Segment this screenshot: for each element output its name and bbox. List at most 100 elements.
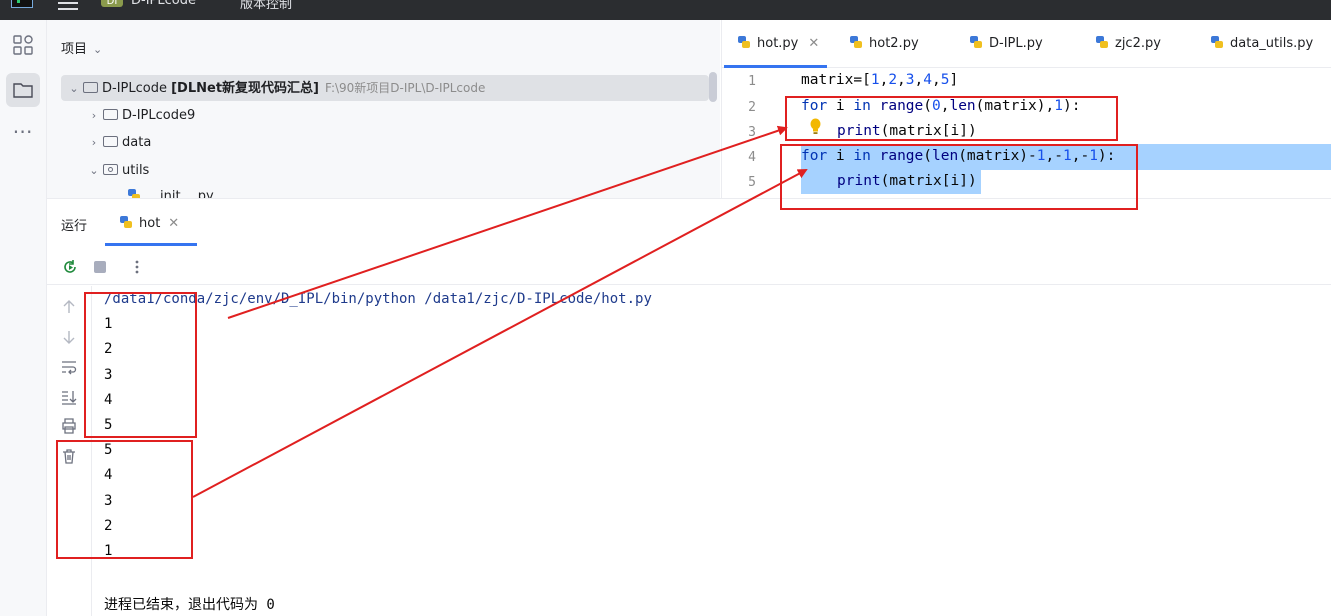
code-token: 1	[1062, 148, 1072, 164]
title-bar: DI D-IPLcode 版本控制	[0, 0, 1331, 20]
close-tab-icon[interactable]: ✕	[808, 36, 819, 51]
chevron-down-icon[interactable]: ⌄	[85, 158, 103, 184]
code-token: len	[932, 148, 959, 164]
code-token: for	[801, 98, 828, 114]
tree-item-label: D-IPLcode9	[122, 108, 196, 123]
code-token: len	[949, 98, 976, 114]
chevron-down-icon[interactable]: ⌄	[65, 76, 83, 102]
chevron-right-icon[interactable]: ›	[85, 103, 103, 129]
print-icon[interactable]	[60, 417, 78, 435]
tree-root-module: [DLNet新复现代码汇总]	[171, 81, 319, 96]
code-line[interactable]: print(matrix[i])	[837, 173, 977, 189]
code-token: for	[801, 148, 828, 164]
code-token: 1	[870, 72, 880, 88]
code-line[interactable]: print(matrix[i])	[837, 123, 977, 139]
console-output-line: 3	[104, 367, 113, 383]
close-tab-icon[interactable]: ✕	[168, 216, 179, 231]
code-token: i	[827, 148, 854, 164]
code-token: 2	[888, 72, 898, 88]
project-header-label: 项目	[61, 42, 88, 57]
rerun-icon[interactable]	[61, 258, 79, 276]
console-output-line: 2	[104, 341, 113, 357]
code-token: in	[853, 148, 871, 164]
run-panel: 运行 hot ✕ /data1/conda/zjc/env/D_IPL/bin/p…	[47, 198, 1331, 616]
tab-zjc2-py[interactable]: zjc2.py	[1095, 35, 1161, 57]
project-badge[interactable]: DI	[101, 0, 123, 7]
app-logo-icon	[11, 0, 33, 8]
code-token: 1	[1089, 148, 1098, 164]
code-token: ]	[949, 72, 959, 88]
tree-root-name: D-IPLcode	[102, 81, 167, 96]
tree-item[interactable]: › D-IPLcode9	[85, 103, 195, 129]
project-view-selector[interactable]: 项目 ⌄	[61, 38, 102, 57]
code-token: (matrix)-	[958, 148, 1037, 164]
code-token: range	[879, 148, 924, 164]
tab-d-ipl-py[interactable]: D-IPL.py	[969, 35, 1043, 57]
python-file-icon	[970, 36, 982, 48]
code-token: 0	[932, 98, 941, 114]
code-token: ,	[914, 72, 924, 88]
tab-label: hot2.py	[869, 36, 919, 51]
console-output-line: 1	[104, 316, 113, 332]
code-line[interactable]: for i in range(len(matrix)-1,-1,-1):	[801, 148, 1115, 164]
console-output-line: 3	[104, 493, 113, 509]
tab-hot2-py[interactable]: hot2.py	[849, 35, 919, 57]
soft-wrap-icon[interactable]	[60, 358, 78, 376]
run-toolbar	[47, 249, 1331, 285]
tree-item[interactable]: __init__.py	[127, 184, 214, 198]
tree-root-path: F:\90新项目D-IPL\D-IPLcode	[324, 81, 486, 95]
lightbulb-icon[interactable]	[810, 118, 821, 135]
line-number: 3	[748, 125, 756, 140]
tree-item[interactable]: › data	[85, 130, 152, 156]
console-output-line: 4	[104, 392, 113, 408]
chevron-right-icon[interactable]: ›	[85, 130, 103, 156]
line-number: 1	[748, 74, 756, 89]
vcs-menu[interactable]: 版本控制	[240, 0, 292, 12]
active-tab-indicator	[724, 65, 827, 68]
project-folder-icon[interactable]	[6, 73, 40, 107]
code-token: 1	[1054, 98, 1063, 114]
package-folder-icon	[103, 164, 118, 175]
python-file-icon	[128, 189, 140, 198]
tree-item[interactable]: ⌄ utils	[85, 158, 149, 184]
structure-icon[interactable]	[6, 28, 40, 62]
tree-root-row[interactable]: ⌄ D-IPLcode [DLNet新复现代码汇总] F:\90新项目D-IPL\D…	[61, 75, 709, 101]
line-number: 5	[748, 175, 756, 190]
run-tab-label: hot	[139, 216, 161, 231]
code-token: range	[879, 98, 924, 114]
code-token: in	[853, 98, 871, 114]
code-token: ,	[931, 72, 941, 88]
code-token: print	[837, 173, 881, 189]
tab-data-utils-py[interactable]: data_utils.py	[1210, 35, 1313, 57]
run-panel-title: 运行	[61, 219, 88, 234]
stop-icon[interactable]	[91, 258, 109, 276]
more-options-icon[interactable]	[128, 258, 146, 276]
more-tools-icon[interactable]: ⋯	[6, 118, 40, 152]
tree-scrollbar[interactable]	[709, 72, 717, 102]
scroll-to-end-icon[interactable]	[60, 388, 78, 406]
console-output-line: 2	[104, 518, 113, 534]
scroll-down-icon[interactable]	[60, 328, 78, 346]
console-output-line: 5	[104, 442, 113, 458]
code-token: (matrix[i])	[880, 173, 977, 189]
tool-window-strip: ⋯	[0, 20, 47, 616]
code-token: ,-	[1071, 148, 1090, 164]
code-editor[interactable]: hot.py ✕ hot2.py D-IPL.py zjc2.py data_ut…	[721, 20, 1331, 198]
project-switcher[interactable]: D-IPLcode	[131, 0, 196, 8]
code-token: ,-	[1045, 148, 1063, 164]
code-token: matrix=[	[801, 72, 871, 88]
scroll-up-icon[interactable]	[60, 298, 78, 316]
code-token: print	[837, 123, 881, 139]
trash-icon[interactable]	[60, 447, 78, 465]
code-token: (matrix),	[975, 98, 1055, 114]
main-menu-icon[interactable]	[58, 0, 78, 10]
python-file-icon	[120, 216, 132, 228]
code-line[interactable]: for i in range(0,len(matrix),1):	[801, 98, 1080, 114]
console-output-line: 1	[104, 543, 113, 559]
code-token: i	[827, 98, 854, 114]
run-tab-hot[interactable]: hot ✕	[119, 215, 179, 231]
tab-hot-py[interactable]: hot.py ✕	[737, 35, 819, 57]
chevron-down-icon: ⌄	[93, 43, 103, 56]
code-line[interactable]: matrix=[1,2,3,4,5]	[801, 72, 958, 88]
console-output-line: 5	[104, 417, 113, 433]
